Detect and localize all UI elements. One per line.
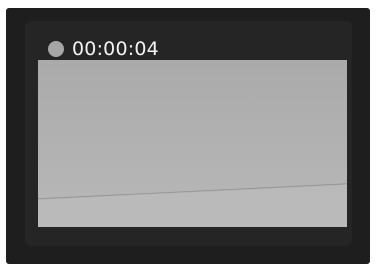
horizon-line: [38, 183, 347, 227]
record-dot-icon: [48, 41, 64, 57]
recording-timer: 00:00:04: [72, 38, 159, 60]
camera-viewfinder: [38, 60, 347, 227]
